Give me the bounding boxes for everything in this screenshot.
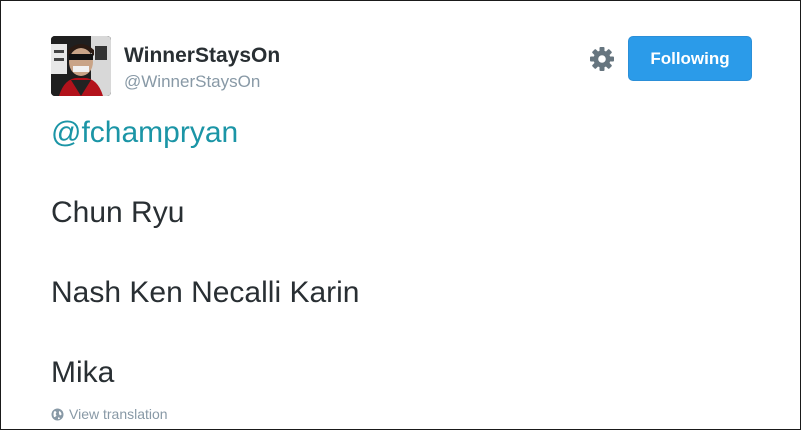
screen-name[interactable]: @WinnerStaysOn <box>124 71 260 93</box>
display-name[interactable]: WinnerStaysOn <box>124 43 280 69</box>
profile-photo <box>51 36 111 96</box>
tweet-card: WinnerStaysOn @WinnerStaysOn Following @… <box>0 0 801 430</box>
tweet-line: Chun Ryu <box>51 196 185 229</box>
tweet-line: Nash Ken Necalli Karin <box>51 276 360 309</box>
globe-icon <box>51 408 64 420</box>
tweet-text: @fchampryan Chun Ryu Nash Ken Necalli Ka… <box>51 113 771 393</box>
gear-icon[interactable] <box>589 46 615 72</box>
following-button[interactable]: Following <box>628 36 752 81</box>
mention-link[interactable]: @fchampryan <box>51 116 238 149</box>
avatar[interactable] <box>51 36 111 96</box>
view-translation-label: View translation <box>69 406 168 422</box>
tweet-line: Mika <box>51 356 115 389</box>
view-translation-link[interactable]: View translation <box>51 405 168 423</box>
